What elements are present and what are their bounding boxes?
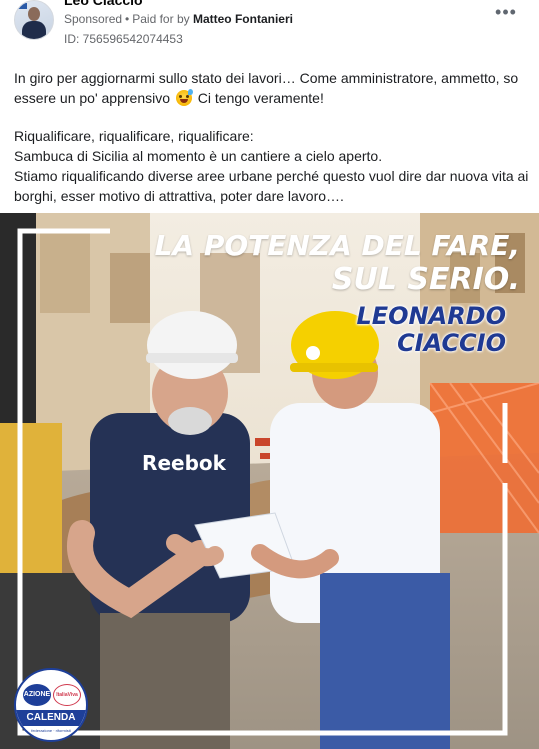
more-options-icon[interactable]: ••• <box>494 3 518 26</box>
sponsor-line: Sponsored • Paid for by Matteo Fontanieri <box>64 12 293 26</box>
ad-id: ID: 756596542074453 <box>64 32 183 46</box>
headline-line-2: SUL SERIO. <box>331 262 520 297</box>
italiaviva-logo: ItaliaViva <box>53 684 81 706</box>
text-line: essere un po' apprensivo Ci tengo verame… <box>14 89 324 106</box>
candidate-name: LEONARDO CIACCIO <box>300 303 506 357</box>
page-name-link[interactable]: Leo Ciaccio <box>64 0 143 8</box>
headline-line-1: LA POTENZA DEL FARE, <box>154 229 520 262</box>
party-logo: AZIONE ItaliaViva CALENDA federazione · … <box>14 668 88 742</box>
separator: • <box>125 12 130 26</box>
text-line: In giro per aggiornarmi sullo stato dei … <box>14 70 519 86</box>
ad-creative-image[interactable]: LA POTENZA DEL FARE, SUL SERIO. LEONARDO… <box>0 213 539 749</box>
calenda-label: CALENDA <box>16 710 86 726</box>
shirt-brand-text: Reebok <box>142 451 226 475</box>
candidate-last-name: CIACCIO <box>397 329 506 357</box>
text-line: borghi, esser motivo di attrattiva, pote… <box>14 188 344 204</box>
azione-logo: AZIONE <box>23 684 51 706</box>
candidate-first-name: LEONARDO <box>356 302 506 330</box>
logo-subtitle: federazione · riformisti <box>31 728 71 733</box>
grinning-sweat-emoji-icon <box>175 89 193 106</box>
post-header: Leo Ciaccio Sponsored • Paid for by Matteo… <box>0 0 539 52</box>
paid-for-label: Paid for by <box>132 12 190 26</box>
text-line: Riqualificare, riqualificare, riqualific… <box>14 128 254 144</box>
text-line: Sambuca di Sicilia al momento è un canti… <box>14 148 383 164</box>
ad-headline: LA POTENZA DEL FARE, SUL SERIO. <box>150 229 520 297</box>
text-line: Stiamo riqualificando diverse aree urban… <box>14 168 529 184</box>
sponsored-label: Sponsored <box>64 12 123 26</box>
white-hardhat <box>147 311 237 379</box>
page-avatar[interactable] <box>14 0 54 40</box>
payer-name: Matteo Fontanieri <box>192 12 293 26</box>
post-body-text: In giro per aggiornarmi sullo stato dei … <box>14 68 529 206</box>
